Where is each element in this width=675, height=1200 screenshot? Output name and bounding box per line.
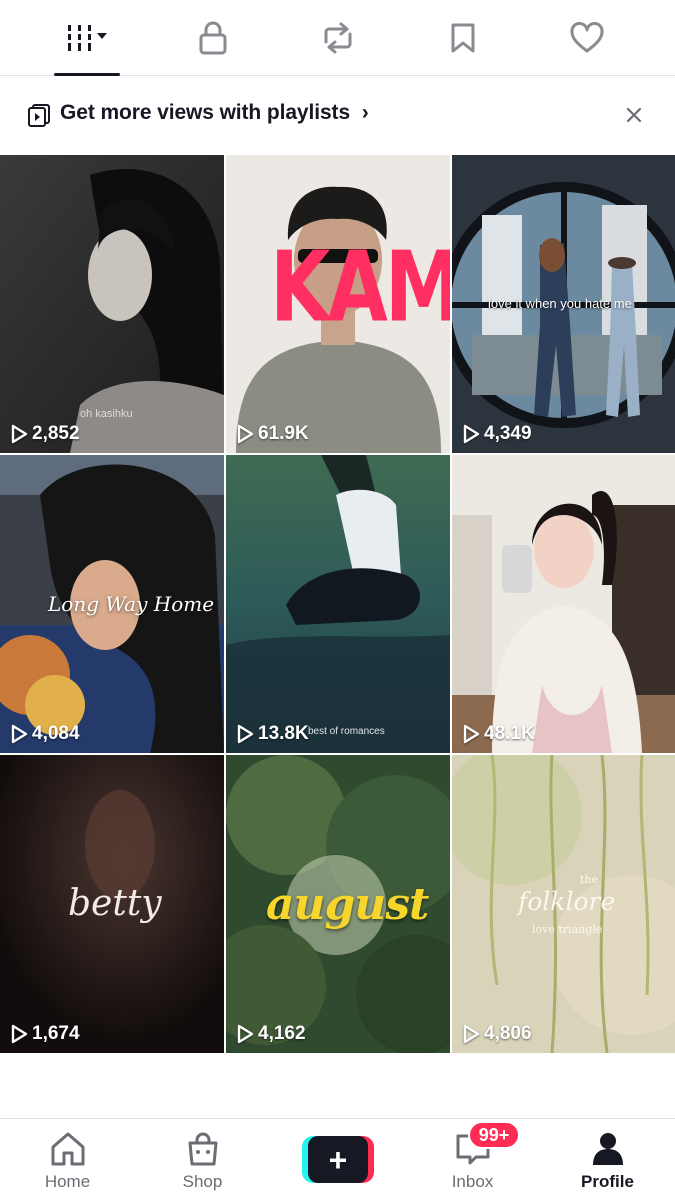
view-count-text: 4,806 (484, 1023, 532, 1044)
view-count: 4,349 (462, 423, 532, 445)
video-caption: august (266, 879, 429, 930)
view-count-text: 4,162 (258, 1023, 306, 1044)
video-caption: folklore (518, 887, 616, 916)
view-count: 4,084 (10, 723, 80, 745)
video-thumbnail[interactable]: love it when you hate me 4,349 (452, 155, 675, 453)
video-caption-top: the (580, 873, 599, 886)
view-count-text: 4,084 (32, 723, 80, 744)
bottom-navigation: Home Shop + Inbox Profile (0, 1118, 675, 1200)
view-count-text: 4,349 (484, 423, 532, 444)
video-thumbnail[interactable]: 48.1K (452, 455, 675, 753)
playlist-icon (28, 104, 50, 127)
video-caption: KAMU (270, 231, 450, 345)
video-caption: Long Way Home (48, 592, 215, 616)
chevron-right-icon: › (361, 101, 369, 124)
play-icon (463, 424, 480, 444)
inbox-badge: 99+ (468, 1121, 520, 1149)
play-icon (237, 424, 254, 444)
close-icon[interactable] (622, 103, 646, 127)
heart-icon (569, 22, 604, 53)
tab-videos[interactable] (26, 0, 151, 76)
grid-bars-icon (67, 25, 107, 51)
lock-icon (199, 21, 226, 55)
repost-icon (324, 22, 351, 54)
view-count: 4,806 (462, 1023, 532, 1045)
video-caption: love it when you hate me (488, 296, 632, 311)
nav-shop[interactable]: Shop (135, 1119, 270, 1200)
tab-reposts[interactable] (275, 0, 400, 76)
play-icon (463, 1024, 480, 1044)
play-icon (11, 424, 28, 444)
play-icon (237, 724, 254, 744)
video-thumbnail[interactable]: the folklore love triangle 4,806 (452, 755, 675, 1053)
view-count-text: 1,674 (32, 1023, 80, 1044)
nav-profile[interactable]: Profile (540, 1119, 675, 1200)
view-count-text: 2,852 (32, 423, 80, 444)
shopping-bag-icon (188, 1132, 217, 1166)
play-icon (11, 1024, 28, 1044)
video-thumbnail[interactable]: best of romances 13.8K (226, 455, 450, 753)
view-count: 61.9K (236, 423, 309, 445)
video-thumbnail-image (226, 455, 450, 753)
playlist-banner-text: Get more views with playlists › (60, 101, 369, 125)
view-count: 2,852 (10, 423, 80, 445)
view-count-text: 61.9K (258, 423, 309, 444)
video-caption: best of romances (308, 726, 385, 737)
play-icon (11, 724, 28, 744)
view-count: 13.8K (236, 723, 309, 745)
tab-private[interactable] (150, 0, 275, 76)
nav-shop-label: Shop (182, 1172, 223, 1191)
plus-icon: + (328, 1141, 348, 1178)
video-thumbnail[interactable]: oh kasihku 2,852 (0, 155, 224, 453)
view-count-text: 13.8K (258, 723, 309, 744)
video-thumbnail[interactable]: betty 1,674 (0, 755, 224, 1053)
video-grid: oh kasihku 2,852 KAMU 61.9K (0, 155, 675, 1053)
home-icon (51, 1132, 84, 1166)
view-count: 4,162 (236, 1023, 306, 1045)
tab-liked[interactable] (524, 0, 649, 76)
video-caption: betty (68, 883, 162, 924)
create-button[interactable]: + (302, 1136, 374, 1183)
nav-home-label: Home (44, 1172, 91, 1191)
view-count: 48.1K (462, 723, 535, 745)
view-count-text: 48.1K (484, 723, 535, 744)
play-icon (237, 1024, 254, 1044)
person-icon (592, 1133, 623, 1165)
profile-tab-bar (0, 0, 675, 76)
playlist-banner-label: Get more views with playlists (60, 101, 351, 124)
view-count: 1,674 (10, 1023, 80, 1045)
play-icon (463, 724, 480, 744)
video-caption-sub: love triangle (532, 923, 603, 936)
nav-create[interactable]: + (270, 1119, 405, 1200)
nav-home[interactable]: Home (0, 1119, 135, 1200)
video-thumbnail-image (452, 455, 675, 753)
video-thumbnail[interactable]: Long Way Home 4,084 (0, 455, 224, 753)
video-thumbnail[interactable]: august 4,162 (226, 755, 450, 1053)
nav-inbox-label: Inbox (451, 1172, 494, 1191)
nav-profile-label: Profile (581, 1172, 634, 1191)
video-caption: oh kasihku (80, 408, 133, 420)
video-thumbnail[interactable]: KAMU 61.9K (226, 155, 450, 453)
bookmark-icon (451, 23, 474, 53)
playlist-banner[interactable]: Get more views with playlists › (0, 76, 675, 154)
tab-favorites[interactable] (400, 0, 525, 76)
